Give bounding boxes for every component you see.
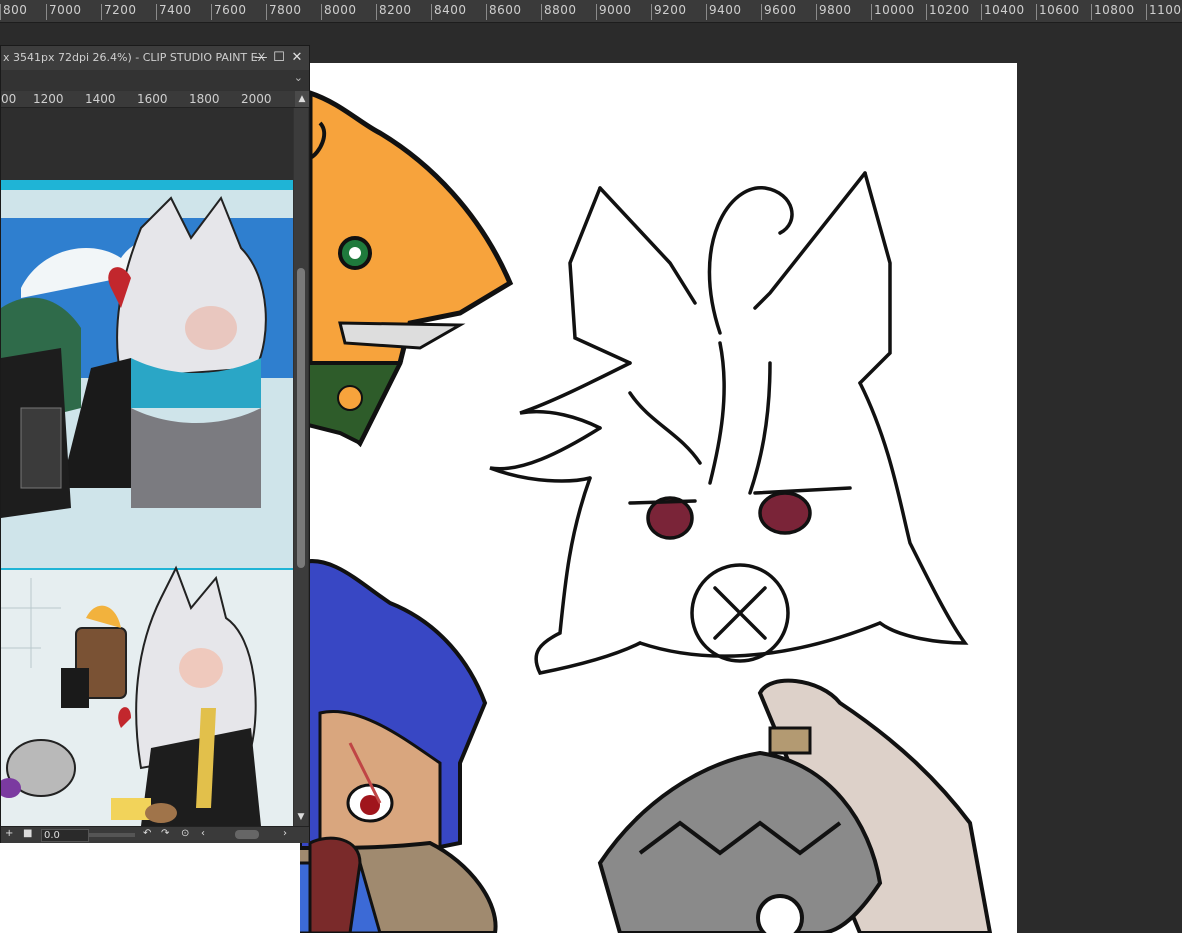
ruler-label: 9600 (764, 3, 797, 17)
ruler-tick (266, 4, 267, 20)
sub-window-ruler: 00 1200 1400 1600 1800 2000 ▲ (1, 91, 309, 108)
ruler-label: 10400 (984, 3, 1025, 17)
ruler-tick (926, 4, 927, 20)
fit-icon[interactable]: ■ (23, 828, 32, 839)
sub-window-toolbar: ⌄ (1, 70, 309, 90)
ruler-label: 8200 (379, 3, 412, 17)
ruler-tick (376, 4, 377, 20)
ruler-label: 9000 (599, 3, 632, 17)
ruler-tick (651, 4, 652, 20)
reference-artwork (1, 180, 293, 826)
ruler-label: 10800 (1094, 3, 1135, 17)
ruler-label: 1100 (1149, 3, 1182, 17)
reset-rotation-icon[interactable]: ⊙ (181, 828, 189, 839)
ruler-label: 9800 (819, 3, 852, 17)
chevron-left-icon[interactable]: ‹ (201, 828, 205, 839)
zoom-input[interactable]: 0.0 (41, 829, 89, 842)
sub-ruler-label: 1800 (189, 92, 220, 106)
chevron-right-icon[interactable]: › (283, 828, 287, 839)
ruler-label: 7000 (49, 3, 82, 17)
ruler-tick (1036, 4, 1037, 20)
sub-ruler-label: 1400 (85, 92, 116, 106)
armored-character-sketch (597, 678, 993, 933)
sub-ruler-label: 2000 (241, 92, 272, 106)
ruler-tick (486, 4, 487, 20)
fox-character-sketch (300, 89, 514, 448)
ruler-label: 10600 (1039, 3, 1080, 17)
sub-view-window[interactable]: x 3541px 72dpi 26.4%) - CLIP STUDIO PAIN… (0, 45, 310, 843)
ruler-tick (1091, 4, 1092, 20)
ruler-label: 800 (3, 3, 28, 17)
scrollbar-thumb[interactable] (297, 268, 305, 568)
ruler-label: 8800 (544, 3, 577, 17)
ruler-tick (596, 4, 597, 20)
ruler-tick (816, 4, 817, 20)
ruler-label: 7200 (104, 3, 137, 17)
ruler-label: 8400 (434, 3, 467, 17)
ruler-tick (46, 4, 47, 20)
ruler-label: 8000 (324, 3, 357, 17)
ruler-label: 10200 (929, 3, 970, 17)
sub-ruler-label: 1200 (33, 92, 64, 106)
canvas-paper[interactable] (300, 63, 1017, 933)
ruler-tick (156, 4, 157, 20)
sub-window-titlebar[interactable]: x 3541px 72dpi 26.4%) - CLIP STUDIO PAIN… (1, 46, 309, 70)
ruler-tick (761, 4, 762, 20)
sub-ruler-label: 00 (1, 92, 17, 106)
canvas-paper-left (0, 843, 300, 933)
ruler-tick (706, 4, 707, 20)
lineart-head-sketch (489, 171, 969, 675)
scroll-down-icon[interactable]: ▼ (294, 812, 308, 826)
ruler-label: 7600 (214, 3, 247, 17)
rotate-right-icon[interactable]: ↷ (161, 828, 169, 839)
rotate-left-icon[interactable]: ↶ (143, 828, 151, 839)
horizontal-scrollbar-thumb[interactable] (235, 830, 259, 839)
horizontal-ruler: 800 7000 7200 7400 7600 7800 8000 8200 8400 8600 8… (0, 0, 1182, 23)
ruler-tick (211, 4, 212, 20)
window-title: x 3541px 72dpi 26.4%) - CLIP STUDIO PAIN… (3, 51, 266, 64)
ruler-label: 7400 (159, 3, 192, 17)
ruler-tick (981, 4, 982, 20)
ruler-label: 9400 (709, 3, 742, 17)
ruler-tick (431, 4, 432, 20)
close-icon[interactable]: ✕ (289, 49, 305, 66)
scroll-up-icon[interactable]: ▲ (295, 91, 309, 107)
zoom-slider[interactable] (89, 833, 135, 837)
ruler-label: 9200 (654, 3, 687, 17)
ruler-tick (871, 4, 872, 20)
ruler-label: 8600 (489, 3, 522, 17)
chevron-down-icon[interactable]: ⌄ (294, 71, 303, 84)
ruler-tick (0, 4, 1, 20)
ruler-tick (101, 4, 102, 20)
maximize-icon[interactable]: ☐ (271, 49, 287, 66)
ruler-label: 7800 (269, 3, 302, 17)
ruler-label: 10000 (874, 3, 915, 17)
blue-hair-character-sketch (300, 559, 498, 933)
ruler-tick (321, 4, 322, 20)
canvas-artwork (300, 89, 993, 933)
sub-window-canvas[interactable] (1, 108, 293, 826)
vertical-scrollbar[interactable]: ▼ (294, 108, 308, 826)
minimize-icon[interactable]: — (253, 49, 269, 66)
ruler-tick (541, 4, 542, 20)
sub-window-statusbar: + ■ 0.0 ↶ ↷ ⊙ ‹ › (1, 826, 309, 843)
ruler-tick (1146, 4, 1147, 20)
zoom-in-icon[interactable]: + (5, 828, 13, 839)
sub-ruler-label: 1600 (137, 92, 168, 106)
